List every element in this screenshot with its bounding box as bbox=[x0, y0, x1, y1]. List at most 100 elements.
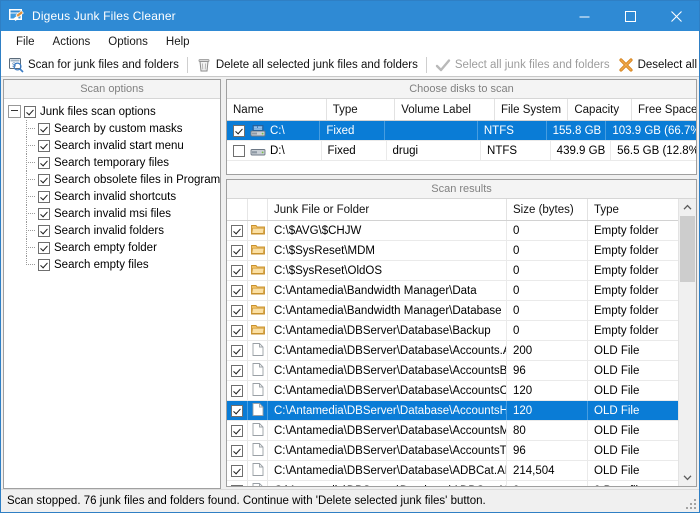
scroll-down-arrow-icon[interactable] bbox=[679, 469, 696, 486]
row-type-cell: OLD File bbox=[588, 401, 678, 420]
menu-options[interactable]: Options bbox=[99, 34, 157, 50]
row-size-cell: 96 bbox=[507, 441, 588, 460]
table-row[interactable]: C:\Antamedia\DBServer\Database\ADBCat.AD… bbox=[227, 481, 678, 486]
disk-row-c[interactable]: C:\ Fixed NTFS 155.8 GB 103.9 GB (66.7%) bbox=[227, 121, 696, 141]
row-checkbox[interactable] bbox=[231, 285, 243, 297]
checkbox-search-empty-files[interactable] bbox=[38, 259, 50, 271]
scroll-up-arrow-icon[interactable] bbox=[679, 199, 696, 216]
checkbox-search-invalid-msi-files[interactable] bbox=[38, 208, 50, 220]
scan-options-tree: Junk files scan options Search by custom… bbox=[4, 99, 220, 273]
disk-type-cell: Fixed bbox=[322, 141, 387, 160]
table-row-selected[interactable]: C:\Antamedia\DBServer\Database\AccountsH… bbox=[227, 401, 678, 421]
column-header-type[interactable]: Type bbox=[327, 99, 396, 120]
row-checkbox-cell bbox=[227, 321, 248, 340]
toolbar-separator-2 bbox=[426, 57, 427, 73]
minimize-button[interactable] bbox=[561, 1, 607, 31]
select-all-button[interactable]: Select all junk files and folders bbox=[431, 54, 614, 75]
checkbox-search-by-custom-masks[interactable] bbox=[38, 123, 50, 135]
table-row[interactable]: C:\Antamedia\DBServer\Database\Backup 0 … bbox=[227, 321, 678, 341]
checkbox-search-invalid-shortcuts[interactable] bbox=[38, 191, 50, 203]
disk-checkbox-c[interactable] bbox=[233, 125, 245, 137]
tree-item-label: Search empty files bbox=[54, 259, 149, 271]
disk-name-label: C:\ bbox=[270, 125, 285, 137]
deselect-all-button[interactable]: Deselect all junk files and folders bbox=[614, 54, 700, 75]
delete-all-selected-button[interactable]: Delete all selected junk files and folde… bbox=[192, 54, 422, 75]
checkbox-root[interactable] bbox=[24, 106, 36, 118]
tree-item-search-obsolete-files-in-program-files[interactable]: Search obsolete files in Program Files bbox=[8, 171, 220, 188]
folder-icon bbox=[251, 223, 265, 238]
table-row[interactable]: C:\Antamedia\Bandwidth Manager\Database … bbox=[227, 301, 678, 321]
row-size-cell: 120 bbox=[507, 401, 588, 420]
tree-item-search-empty-folder[interactable]: Search empty folder bbox=[8, 239, 220, 256]
checkbox-search-invalid-folders[interactable] bbox=[38, 225, 50, 237]
menu-actions[interactable]: Actions bbox=[44, 34, 100, 50]
table-row[interactable]: C:\Antamedia\Bandwidth Manager\Data 0 Em… bbox=[227, 281, 678, 301]
tree-item-search-invalid-start-menu[interactable]: Search invalid start menu bbox=[8, 137, 220, 154]
table-row[interactable]: C:\Antamedia\DBServer\Database\ADBCat.AD… bbox=[227, 461, 678, 481]
tree-item-search-temporary-files[interactable]: Search temporary files bbox=[8, 154, 220, 171]
row-checkbox[interactable] bbox=[231, 385, 243, 397]
checkbox-search-obsolete-files[interactable] bbox=[38, 174, 50, 186]
row-checkbox[interactable] bbox=[231, 245, 243, 257]
column-header-volume-label[interactable]: Volume Label bbox=[395, 99, 495, 120]
column-header-free-space[interactable]: Free Space bbox=[632, 99, 696, 120]
row-checkbox[interactable] bbox=[231, 325, 243, 337]
scrollbar-thumb[interactable] bbox=[680, 216, 695, 282]
menu-help[interactable]: Help bbox=[157, 34, 199, 50]
column-header-junk-file-or-folder[interactable]: Junk File or Folder bbox=[268, 199, 507, 220]
row-checkbox[interactable] bbox=[231, 465, 243, 477]
scrollbar-track[interactable] bbox=[679, 216, 696, 469]
column-header-file-system[interactable]: File System bbox=[495, 99, 568, 120]
scan-options-body: Junk files scan options Search by custom… bbox=[4, 99, 220, 488]
tree-item-search-by-custom-masks[interactable]: Search by custom masks bbox=[8, 120, 220, 137]
row-size-cell: 0 bbox=[507, 321, 588, 340]
results-vertical-scrollbar[interactable] bbox=[678, 199, 696, 486]
row-checkbox[interactable] bbox=[231, 265, 243, 277]
row-checkbox-cell bbox=[227, 241, 248, 260]
row-checkbox[interactable] bbox=[231, 445, 243, 457]
row-checkbox[interactable] bbox=[231, 425, 243, 437]
row-checkbox[interactable] bbox=[231, 365, 243, 377]
row-size-cell: 96 bbox=[507, 361, 588, 380]
table-row[interactable]: C:\Antamedia\DBServer\Database\Accounts.… bbox=[227, 341, 678, 361]
maximize-button[interactable] bbox=[607, 1, 653, 31]
table-row[interactable]: C:\Antamedia\DBServer\Database\AccountsC… bbox=[227, 381, 678, 401]
checkbox-search-empty-folder[interactable] bbox=[38, 242, 50, 254]
column-header-type[interactable]: Type bbox=[588, 199, 678, 220]
row-size-cell: 80 bbox=[507, 421, 588, 440]
row-checkbox-cell bbox=[227, 261, 248, 280]
table-row[interactable]: C:\Antamedia\DBServer\Database\AccountsB… bbox=[227, 361, 678, 381]
menu-file[interactable]: File bbox=[7, 34, 44, 50]
file-icon bbox=[252, 343, 264, 359]
row-checkbox[interactable] bbox=[231, 305, 243, 317]
disk-checkbox-d[interactable] bbox=[233, 145, 245, 157]
close-button[interactable] bbox=[653, 1, 699, 31]
row-icon-cell bbox=[248, 281, 268, 300]
tree-item-search-empty-files[interactable]: Search empty files bbox=[8, 256, 220, 273]
scan-for-junk-files-button[interactable]: S Scan for junk files and folders bbox=[4, 54, 183, 75]
table-row[interactable]: C:\Antamedia\DBServer\Database\AccountsM… bbox=[227, 421, 678, 441]
column-header-name[interactable]: Name bbox=[227, 99, 327, 120]
resize-grip-icon[interactable] bbox=[684, 497, 696, 509]
row-type-cell: OLD File bbox=[588, 461, 678, 480]
tree-item-search-invalid-folders[interactable]: Search invalid folders bbox=[8, 222, 220, 239]
tree-item-search-invalid-msi-files[interactable]: Search invalid msi files bbox=[8, 205, 220, 222]
column-header-capacity[interactable]: Capacity bbox=[568, 99, 632, 120]
table-row[interactable]: C:\$SysReset\OldOS 0 Empty folder bbox=[227, 261, 678, 281]
checkbox-search-temporary-files[interactable] bbox=[38, 157, 50, 169]
table-row[interactable]: C:\Antamedia\DBServer\Database\AccountsT… bbox=[227, 441, 678, 461]
collapse-expander-icon[interactable] bbox=[8, 105, 21, 118]
row-checkbox[interactable] bbox=[231, 485, 243, 487]
row-checkbox[interactable] bbox=[231, 345, 243, 357]
disk-row-d[interactable]: D:\ Fixed drugi NTFS 439.9 GB 56.5 GB (1… bbox=[227, 141, 696, 161]
row-checkbox[interactable] bbox=[231, 405, 243, 417]
tree-item-search-invalid-shortcuts[interactable]: Search invalid shortcuts bbox=[8, 188, 220, 205]
row-type-cell: OLD File bbox=[588, 421, 678, 440]
row-checkbox[interactable] bbox=[231, 225, 243, 237]
row-path-cell: C:\$SysReset\MDM bbox=[268, 241, 507, 260]
table-row[interactable]: C:\$SysReset\MDM 0 Empty folder bbox=[227, 241, 678, 261]
table-row[interactable]: C:\$AVG\$CHJW 0 Empty folder bbox=[227, 221, 678, 241]
column-header-size[interactable]: Size (bytes) bbox=[507, 199, 588, 220]
checkbox-search-invalid-start-menu[interactable] bbox=[38, 140, 50, 152]
tree-root-junk-files-scan-options[interactable]: Junk files scan options bbox=[8, 103, 220, 120]
